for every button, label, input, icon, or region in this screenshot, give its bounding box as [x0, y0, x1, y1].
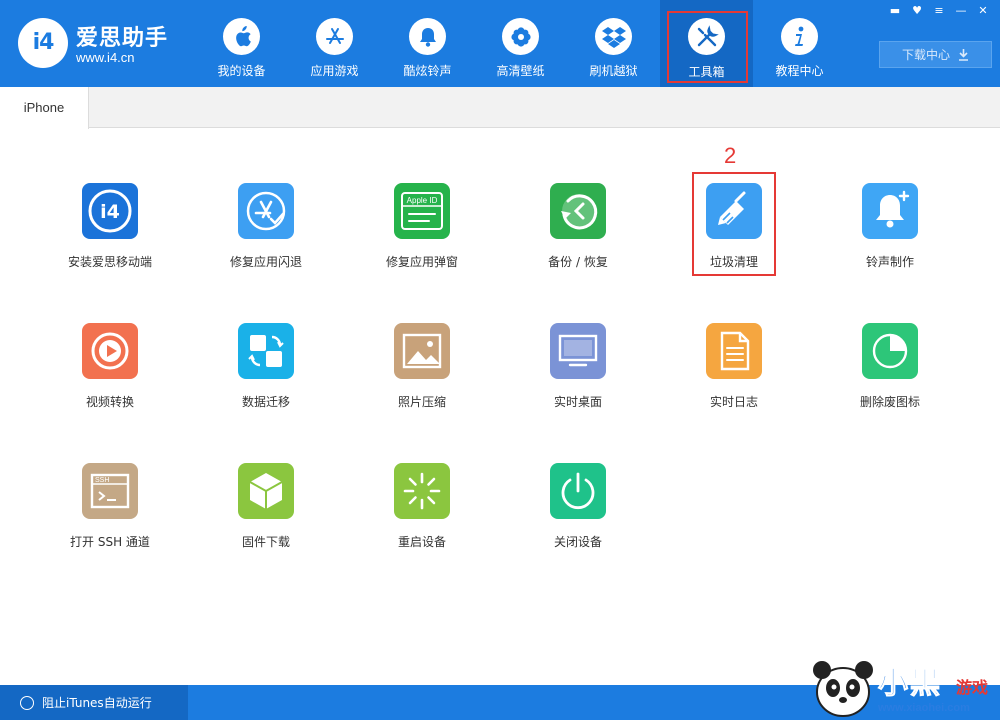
- download-center-label: 下载中心: [901, 48, 950, 62]
- tool-label: 删除废图标: [859, 395, 920, 409]
- tool-label: 备份 / 恢复: [548, 255, 608, 269]
- close-icon[interactable]: ✕: [974, 4, 992, 18]
- nav-ringtones[interactable]: 酷炫铃声: [381, 0, 474, 87]
- panda-logo-icon: [813, 661, 873, 717]
- nav-label: 我的设备: [217, 64, 266, 78]
- tool-restart-device[interactable]: 重启设备: [344, 463, 500, 573]
- restart-spinner-icon: [394, 463, 450, 519]
- pie-chart-icon: [862, 323, 918, 379]
- tool-label: 数据迁移: [241, 395, 290, 409]
- app-name: 爱思助手: [76, 26, 169, 51]
- tool-backup-restore[interactable]: 备份 / 恢复: [500, 183, 656, 293]
- menu-icon[interactable]: ≡: [930, 4, 948, 18]
- tool-label: 视频转换: [85, 395, 134, 409]
- tool-shutdown-device[interactable]: 关闭设备: [500, 463, 656, 573]
- tool-label: 重启设备: [397, 535, 446, 549]
- tool-firmware-download[interactable]: 固件下载: [188, 463, 344, 573]
- window-controls: ▬ ♥ ≡ — ✕: [886, 4, 992, 18]
- tool-install-i4-mobile[interactable]: i4 安装爱思移动端: [32, 183, 188, 293]
- nav-tutorials[interactable]: 教程中心: [753, 0, 846, 87]
- tool-ringtone-maker[interactable]: 铃声制作: [812, 183, 968, 293]
- app-store-repair-icon: [238, 183, 294, 239]
- tab-iphone[interactable]: iPhone: [0, 87, 89, 129]
- tool-label: 照片压缩: [397, 395, 446, 409]
- device-tab-bar: iPhone: [0, 87, 1000, 129]
- ssh-terminal-icon: SSH: [82, 463, 138, 519]
- block-itunes-label: 阻止iTunes自动运行: [42, 696, 152, 710]
- firmware-box-icon: [238, 463, 294, 519]
- nav-label: 应用游戏: [310, 64, 359, 78]
- radio-icon: [20, 695, 34, 710]
- watermark-text: 小黑: [878, 666, 942, 702]
- nav-label: 刷机越狱: [589, 64, 638, 78]
- watermark-url: www.xiaohei.com: [878, 702, 970, 714]
- photo-icon: [394, 323, 450, 379]
- block-itunes-toggle[interactable]: 阻止iTunes自动运行: [0, 685, 188, 720]
- nav-apps-games[interactable]: 应用游戏: [288, 0, 381, 87]
- nav-label: 酷炫铃声: [403, 64, 452, 78]
- tool-fix-app-popup[interactable]: Apple ID 修复应用弹窗: [344, 183, 500, 293]
- tool-delete-dead-icons[interactable]: 删除废图标: [812, 323, 968, 433]
- ringtone-bell-icon: [862, 183, 918, 239]
- top-header: i4 爱思助手 www.i4.cn 我的设备 应用游戏 酷炫铃声 高清壁纸 刷机…: [0, 0, 1000, 87]
- annotation-box-1: [667, 11, 748, 83]
- annotation-number-2: 2: [724, 143, 737, 168]
- tool-label: 安装爱思移动端: [67, 255, 152, 269]
- tool-label: 打开 SSH 通道: [70, 535, 150, 549]
- nav-label: 教程中心: [775, 64, 824, 78]
- document-icon: [706, 323, 762, 379]
- svg-text:i4: i4: [100, 201, 120, 223]
- apple-id-icon: Apple ID: [394, 183, 450, 239]
- monitor-icon: [550, 323, 606, 379]
- nav-wallpapers[interactable]: 高清壁纸: [474, 0, 567, 87]
- tool-label: 实时桌面: [553, 395, 602, 409]
- tool-open-ssh[interactable]: SSH 打开 SSH 通道: [32, 463, 188, 573]
- tool-label: 固件下载: [241, 535, 290, 549]
- power-icon: [550, 463, 606, 519]
- tool-label: 铃声制作: [865, 255, 914, 269]
- ssh-badge: SSH: [95, 477, 109, 484]
- app-logo[interactable]: i4 爱思助手 www.i4.cn: [18, 18, 178, 68]
- nav-label: 高清壁纸: [496, 64, 545, 78]
- tool-data-migrate[interactable]: 数据迁移: [188, 323, 344, 433]
- app-store-icon: [316, 18, 353, 55]
- info-icon: [781, 18, 818, 55]
- tool-fix-app-crash[interactable]: 修复应用闪退: [188, 183, 344, 293]
- flower-icon: [502, 18, 539, 55]
- i4-logo-icon: i4: [18, 18, 68, 68]
- skin-icon[interactable]: ♥: [908, 4, 926, 18]
- watermark: 小黑 游戏 www.xiaohei.com: [806, 648, 998, 720]
- tool-label: 修复应用闪退: [229, 255, 302, 269]
- main-nav: 我的设备 应用游戏 酷炫铃声 高清壁纸 刷机越狱 工具箱 教程中心: [195, 0, 846, 87]
- bell-icon: [409, 18, 446, 55]
- tool-label: 关闭设备: [553, 535, 602, 549]
- tool-label: 实时日志: [709, 395, 758, 409]
- tool-live-desktop[interactable]: 实时桌面: [500, 323, 656, 433]
- apple-icon: [223, 18, 260, 55]
- app-url: www.i4.cn: [76, 50, 135, 65]
- tool-video-convert[interactable]: 视频转换: [32, 323, 188, 433]
- tool-label: 修复应用弹窗: [385, 255, 458, 269]
- download-center-button[interactable]: 下载中心: [879, 41, 992, 68]
- annotation-box-2: [692, 172, 776, 276]
- tool-live-log[interactable]: 实时日志: [656, 323, 812, 433]
- apple-id-badge: Apple ID: [407, 196, 438, 205]
- minimize-icon[interactable]: —: [952, 4, 970, 18]
- backup-restore-icon: [550, 183, 606, 239]
- download-icon: [959, 48, 968, 61]
- data-migrate-icon: [238, 323, 294, 379]
- feedback-icon[interactable]: ▬: [886, 4, 904, 18]
- dropbox-icon: [595, 18, 632, 55]
- nav-my-device[interactable]: 我的设备: [195, 0, 288, 87]
- nav-flash-jailbreak[interactable]: 刷机越狱: [567, 0, 660, 87]
- watermark-text-2: 游戏: [956, 678, 989, 697]
- tool-photo-compress[interactable]: 照片压缩: [344, 323, 500, 433]
- video-play-icon: [82, 323, 138, 379]
- i4-app-icon: i4: [82, 183, 138, 239]
